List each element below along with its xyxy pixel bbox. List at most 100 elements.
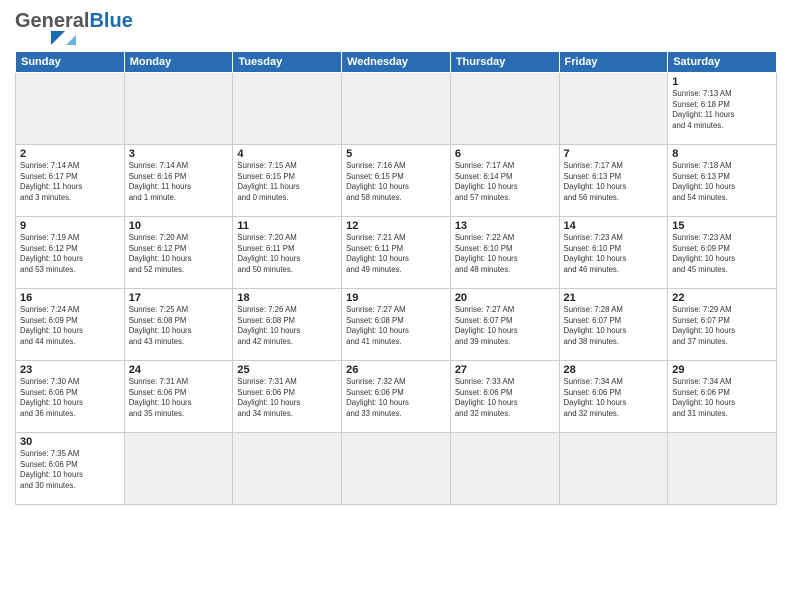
day-info: Sunrise: 7:28 AM Sunset: 6:07 PM Dayligh… — [564, 305, 664, 347]
day-info: Sunrise: 7:29 AM Sunset: 6:07 PM Dayligh… — [672, 305, 772, 347]
weekday-header-friday: Friday — [559, 52, 668, 73]
calendar-cell: 30Sunrise: 7:35 AM Sunset: 6:06 PM Dayli… — [16, 433, 125, 505]
day-info: Sunrise: 7:23 AM Sunset: 6:09 PM Dayligh… — [672, 233, 772, 275]
day-number: 11 — [237, 220, 337, 232]
calendar-cell: 18Sunrise: 7:26 AM Sunset: 6:08 PM Dayli… — [233, 289, 342, 361]
calendar-cell: 16Sunrise: 7:24 AM Sunset: 6:09 PM Dayli… — [16, 289, 125, 361]
day-info: Sunrise: 7:14 AM Sunset: 6:17 PM Dayligh… — [20, 161, 120, 203]
day-number: 22 — [672, 292, 772, 304]
day-number: 5 — [346, 148, 446, 160]
day-number: 16 — [20, 292, 120, 304]
calendar-week-row-3: 16Sunrise: 7:24 AM Sunset: 6:09 PM Dayli… — [16, 289, 777, 361]
day-number: 27 — [455, 364, 555, 376]
day-number: 29 — [672, 364, 772, 376]
day-number: 25 — [237, 364, 337, 376]
day-number: 10 — [129, 220, 229, 232]
day-info: Sunrise: 7:16 AM Sunset: 6:15 PM Dayligh… — [346, 161, 446, 203]
calendar-week-row-0: 1Sunrise: 7:13 AM Sunset: 6:18 PM Daylig… — [16, 73, 777, 145]
day-info: Sunrise: 7:20 AM Sunset: 6:11 PM Dayligh… — [237, 233, 337, 275]
day-info: Sunrise: 7:31 AM Sunset: 6:06 PM Dayligh… — [237, 377, 337, 419]
day-number: 23 — [20, 364, 120, 376]
calendar-cell: 23Sunrise: 7:30 AM Sunset: 6:06 PM Dayli… — [16, 361, 125, 433]
day-number: 15 — [672, 220, 772, 232]
calendar-cell — [342, 73, 451, 145]
calendar-cell — [342, 433, 451, 505]
calendar-week-row-2: 9Sunrise: 7:19 AM Sunset: 6:12 PM Daylig… — [16, 217, 777, 289]
calendar-cell: 9Sunrise: 7:19 AM Sunset: 6:12 PM Daylig… — [16, 217, 125, 289]
calendar-cell: 10Sunrise: 7:20 AM Sunset: 6:12 PM Dayli… — [124, 217, 233, 289]
day-info: Sunrise: 7:24 AM Sunset: 6:09 PM Dayligh… — [20, 305, 120, 347]
page: GeneralBlue SundayMondayTuesdayWednesday… — [0, 0, 792, 612]
calendar-cell: 8Sunrise: 7:18 AM Sunset: 6:13 PM Daylig… — [668, 145, 777, 217]
day-number: 21 — [564, 292, 664, 304]
day-info: Sunrise: 7:17 AM Sunset: 6:13 PM Dayligh… — [564, 161, 664, 203]
day-info: Sunrise: 7:19 AM Sunset: 6:12 PM Dayligh… — [20, 233, 120, 275]
calendar-cell: 25Sunrise: 7:31 AM Sunset: 6:06 PM Dayli… — [233, 361, 342, 433]
calendar-cell: 27Sunrise: 7:33 AM Sunset: 6:06 PM Dayli… — [450, 361, 559, 433]
day-number: 14 — [564, 220, 664, 232]
calendar-cell: 3Sunrise: 7:14 AM Sunset: 6:16 PM Daylig… — [124, 145, 233, 217]
calendar-cell: 6Sunrise: 7:17 AM Sunset: 6:14 PM Daylig… — [450, 145, 559, 217]
calendar-cell: 29Sunrise: 7:34 AM Sunset: 6:06 PM Dayli… — [668, 361, 777, 433]
day-info: Sunrise: 7:32 AM Sunset: 6:06 PM Dayligh… — [346, 377, 446, 419]
day-info: Sunrise: 7:21 AM Sunset: 6:11 PM Dayligh… — [346, 233, 446, 275]
day-number: 8 — [672, 148, 772, 160]
calendar-cell — [233, 73, 342, 145]
calendar-cell — [16, 73, 125, 145]
calendar-cell — [450, 433, 559, 505]
day-number: 19 — [346, 292, 446, 304]
calendar-cell: 7Sunrise: 7:17 AM Sunset: 6:13 PM Daylig… — [559, 145, 668, 217]
logo-general: General — [15, 10, 89, 32]
calendar-cell: 26Sunrise: 7:32 AM Sunset: 6:06 PM Dayli… — [342, 361, 451, 433]
weekday-header-wednesday: Wednesday — [342, 52, 451, 73]
calendar-cell: 4Sunrise: 7:15 AM Sunset: 6:15 PM Daylig… — [233, 145, 342, 217]
day-number: 18 — [237, 292, 337, 304]
day-info: Sunrise: 7:13 AM Sunset: 6:18 PM Dayligh… — [672, 89, 772, 131]
calendar-cell: 14Sunrise: 7:23 AM Sunset: 6:10 PM Dayli… — [559, 217, 668, 289]
calendar-cell: 5Sunrise: 7:16 AM Sunset: 6:15 PM Daylig… — [342, 145, 451, 217]
day-number: 13 — [455, 220, 555, 232]
logo-shape — [15, 31, 133, 45]
weekday-header-tuesday: Tuesday — [233, 52, 342, 73]
day-info: Sunrise: 7:34 AM Sunset: 6:06 PM Dayligh… — [564, 377, 664, 419]
calendar-cell: 11Sunrise: 7:20 AM Sunset: 6:11 PM Dayli… — [233, 217, 342, 289]
calendar-cell: 1Sunrise: 7:13 AM Sunset: 6:18 PM Daylig… — [668, 73, 777, 145]
day-number: 1 — [672, 76, 772, 88]
day-info: Sunrise: 7:35 AM Sunset: 6:06 PM Dayligh… — [20, 449, 120, 491]
calendar-cell: 15Sunrise: 7:23 AM Sunset: 6:09 PM Dayli… — [668, 217, 777, 289]
header: GeneralBlue — [15, 10, 777, 45]
day-number: 3 — [129, 148, 229, 160]
day-number: 28 — [564, 364, 664, 376]
day-info: Sunrise: 7:22 AM Sunset: 6:10 PM Dayligh… — [455, 233, 555, 275]
day-number: 4 — [237, 148, 337, 160]
calendar-cell — [233, 433, 342, 505]
logo-triangle-blue — [51, 31, 65, 45]
calendar-week-row-1: 2Sunrise: 7:14 AM Sunset: 6:17 PM Daylig… — [16, 145, 777, 217]
day-number: 9 — [20, 220, 120, 232]
calendar-cell: 17Sunrise: 7:25 AM Sunset: 6:08 PM Dayli… — [124, 289, 233, 361]
calendar-table: SundayMondayTuesdayWednesdayThursdayFrid… — [15, 51, 777, 505]
calendar-cell — [124, 433, 233, 505]
weekday-header-saturday: Saturday — [668, 52, 777, 73]
day-number: 20 — [455, 292, 555, 304]
day-info: Sunrise: 7:33 AM Sunset: 6:06 PM Dayligh… — [455, 377, 555, 419]
day-number: 30 — [20, 436, 120, 448]
day-info: Sunrise: 7:25 AM Sunset: 6:08 PM Dayligh… — [129, 305, 229, 347]
weekday-header-monday: Monday — [124, 52, 233, 73]
calendar-cell: 2Sunrise: 7:14 AM Sunset: 6:17 PM Daylig… — [16, 145, 125, 217]
day-info: Sunrise: 7:27 AM Sunset: 6:08 PM Dayligh… — [346, 305, 446, 347]
calendar-cell: 13Sunrise: 7:22 AM Sunset: 6:10 PM Dayli… — [450, 217, 559, 289]
calendar-cell: 21Sunrise: 7:28 AM Sunset: 6:07 PM Dayli… — [559, 289, 668, 361]
day-info: Sunrise: 7:26 AM Sunset: 6:08 PM Dayligh… — [237, 305, 337, 347]
weekday-header-row: SundayMondayTuesdayWednesdayThursdayFrid… — [16, 52, 777, 73]
calendar-week-row-4: 23Sunrise: 7:30 AM Sunset: 6:06 PM Dayli… — [16, 361, 777, 433]
day-info: Sunrise: 7:17 AM Sunset: 6:14 PM Dayligh… — [455, 161, 555, 203]
calendar-cell — [450, 73, 559, 145]
day-info: Sunrise: 7:18 AM Sunset: 6:13 PM Dayligh… — [672, 161, 772, 203]
calendar-cell — [559, 433, 668, 505]
day-number: 17 — [129, 292, 229, 304]
day-info: Sunrise: 7:27 AM Sunset: 6:07 PM Dayligh… — [455, 305, 555, 347]
calendar-cell: 22Sunrise: 7:29 AM Sunset: 6:07 PM Dayli… — [668, 289, 777, 361]
calendar-week-row-5: 30Sunrise: 7:35 AM Sunset: 6:06 PM Dayli… — [16, 433, 777, 505]
day-number: 2 — [20, 148, 120, 160]
